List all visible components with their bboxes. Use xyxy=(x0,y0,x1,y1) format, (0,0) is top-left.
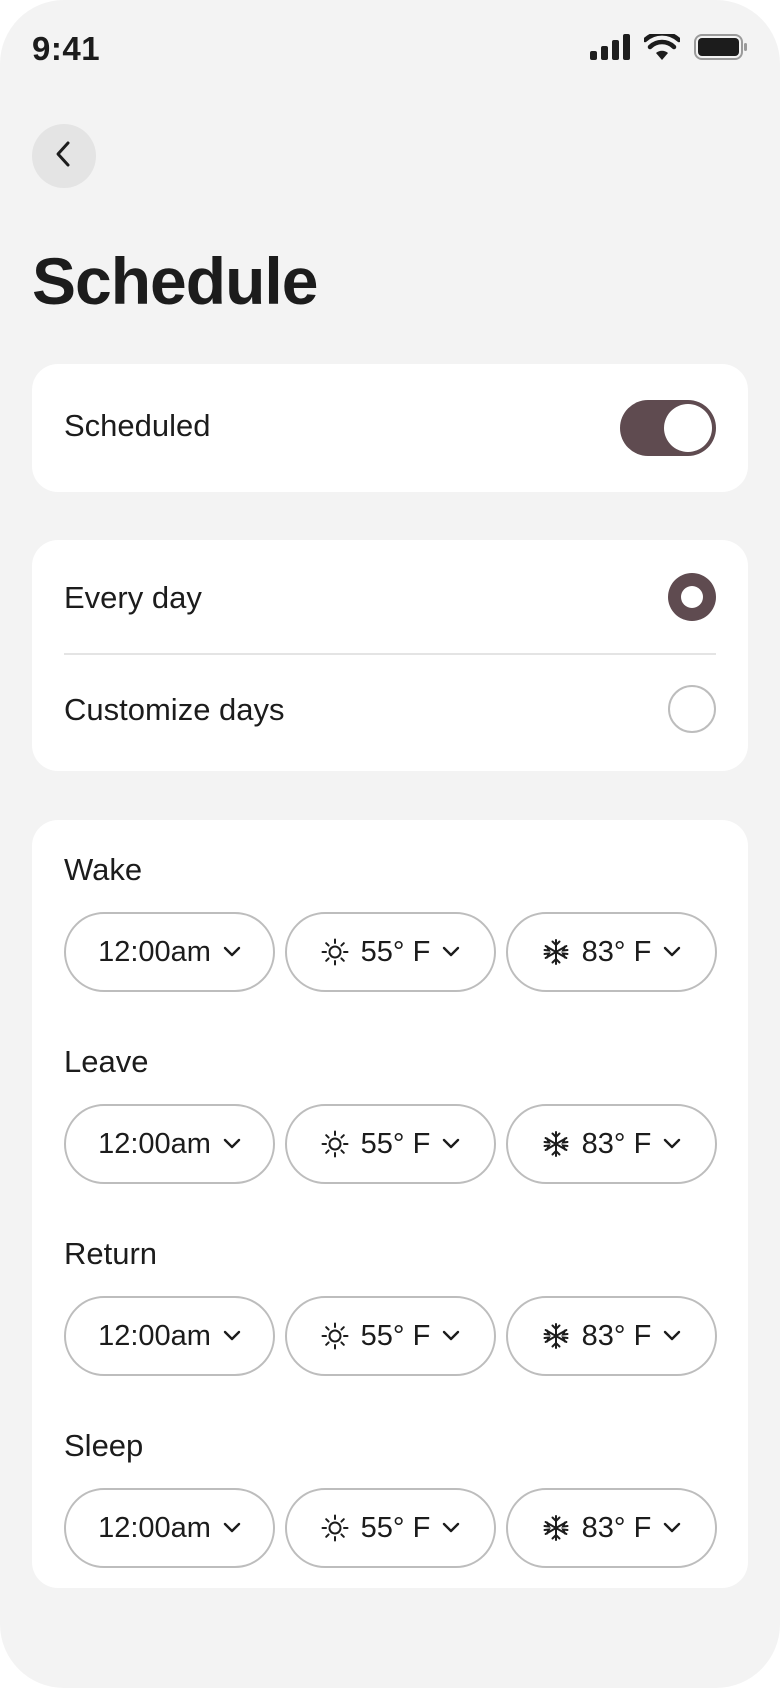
back-button[interactable] xyxy=(32,124,96,188)
days-option-label: Customize days xyxy=(64,692,285,727)
page-title: Schedule xyxy=(32,244,318,318)
period-return: Return 12:00am 55° F 83° F xyxy=(64,1232,717,1376)
heat-setpoint-dropdown[interactable]: 55° F xyxy=(285,1104,496,1184)
snowflake-icon xyxy=(542,1322,570,1350)
cool-value: 83° F xyxy=(581,1319,652,1352)
snowflake-icon xyxy=(542,1514,570,1542)
chevron-down-icon xyxy=(442,1330,460,1342)
chevron-down-icon xyxy=(663,1138,681,1150)
chevron-down-icon xyxy=(442,1522,460,1534)
chevron-down-icon xyxy=(663,946,681,958)
days-option-every-day[interactable]: Every day xyxy=(32,540,748,653)
chevron-down-icon xyxy=(223,946,241,958)
scheduled-toggle[interactable] xyxy=(620,400,716,456)
time-dropdown[interactable]: 12:00am xyxy=(64,1296,275,1376)
chevron-down-icon xyxy=(223,1522,241,1534)
time-value: 12:00am xyxy=(98,1511,211,1544)
period-label: Leave xyxy=(64,1044,149,1079)
chevron-down-icon xyxy=(663,1330,681,1342)
toggle-knob xyxy=(664,404,712,452)
period-label: Return xyxy=(64,1236,158,1271)
phone-screen: 9:41 Schedule Scheduled Every day Custom… xyxy=(0,0,780,1688)
cool-value: 83° F xyxy=(581,1127,652,1160)
time-value: 12:00am xyxy=(98,1127,211,1160)
heat-setpoint-dropdown[interactable]: 55° F xyxy=(285,1488,496,1568)
cool-setpoint-dropdown[interactable]: 83° F xyxy=(506,1488,717,1568)
heat-value: 55° F xyxy=(360,1319,431,1352)
radio-every-day[interactable] xyxy=(668,573,716,621)
radio-customize-days[interactable] xyxy=(668,685,716,733)
chevron-down-icon xyxy=(442,946,460,958)
heat-setpoint-dropdown[interactable]: 55° F xyxy=(285,1296,496,1376)
cool-value: 83° F xyxy=(581,1511,652,1544)
cool-setpoint-dropdown[interactable]: 83° F xyxy=(506,1104,717,1184)
sun-icon xyxy=(321,1322,349,1350)
snowflake-icon xyxy=(542,938,570,966)
chevron-down-icon xyxy=(442,1138,460,1150)
days-option-customize[interactable]: Customize days xyxy=(32,655,748,771)
heat-setpoint-dropdown[interactable]: 55° F xyxy=(285,912,496,992)
chevron-down-icon xyxy=(663,1522,681,1534)
period-controls: 12:00am 55° F 83° F xyxy=(64,1296,717,1376)
period-sleep: Sleep 12:00am 55° F 83° F xyxy=(64,1424,717,1568)
days-card: Every day Customize days xyxy=(32,540,748,771)
period-controls: 12:00am 55° F 83° F xyxy=(64,1104,717,1184)
status-time: 9:41 xyxy=(32,30,101,67)
time-dropdown[interactable]: 12:00am xyxy=(64,912,275,992)
scheduled-card: Scheduled xyxy=(32,364,748,492)
wifi-icon xyxy=(642,31,682,65)
heat-value: 55° F xyxy=(360,935,431,968)
cool-setpoint-dropdown[interactable]: 83° F xyxy=(506,1296,717,1376)
chevron-down-icon xyxy=(223,1138,241,1150)
status-icons xyxy=(590,31,748,65)
cellular-signal-icon xyxy=(590,34,630,65)
radio-dot xyxy=(681,586,703,608)
period-controls: 12:00am 55° F 83° F xyxy=(64,912,717,992)
sun-icon xyxy=(321,938,349,966)
period-leave: Leave 12:00am 55° F 83° F xyxy=(64,1040,717,1184)
period-label: Sleep xyxy=(64,1428,144,1463)
status-bar: 9:41 xyxy=(0,0,780,100)
sun-icon xyxy=(321,1130,349,1158)
time-dropdown[interactable]: 12:00am xyxy=(64,1104,275,1184)
chevron-left-icon xyxy=(53,140,75,173)
sun-icon xyxy=(321,1514,349,1542)
period-controls: 12:00am 55° F 83° F xyxy=(64,1488,717,1568)
period-wake: Wake 12:00am 55° F 83° F xyxy=(64,848,717,992)
cool-setpoint-dropdown[interactable]: 83° F xyxy=(506,912,717,992)
heat-value: 55° F xyxy=(360,1127,431,1160)
period-label: Wake xyxy=(64,852,143,887)
time-value: 12:00am xyxy=(98,1319,211,1352)
snowflake-icon xyxy=(542,1130,570,1158)
time-value: 12:00am xyxy=(98,935,211,968)
heat-value: 55° F xyxy=(360,1511,431,1544)
days-option-label: Every day xyxy=(64,580,202,615)
battery-icon xyxy=(694,34,748,65)
chevron-down-icon xyxy=(223,1330,241,1342)
time-dropdown[interactable]: 12:00am xyxy=(64,1488,275,1568)
cool-value: 83° F xyxy=(581,935,652,968)
scheduled-label: Scheduled xyxy=(64,408,211,443)
schedule-periods-card: Wake 12:00am 55° F 83° F Leave 12:00am 5… xyxy=(32,820,748,1588)
